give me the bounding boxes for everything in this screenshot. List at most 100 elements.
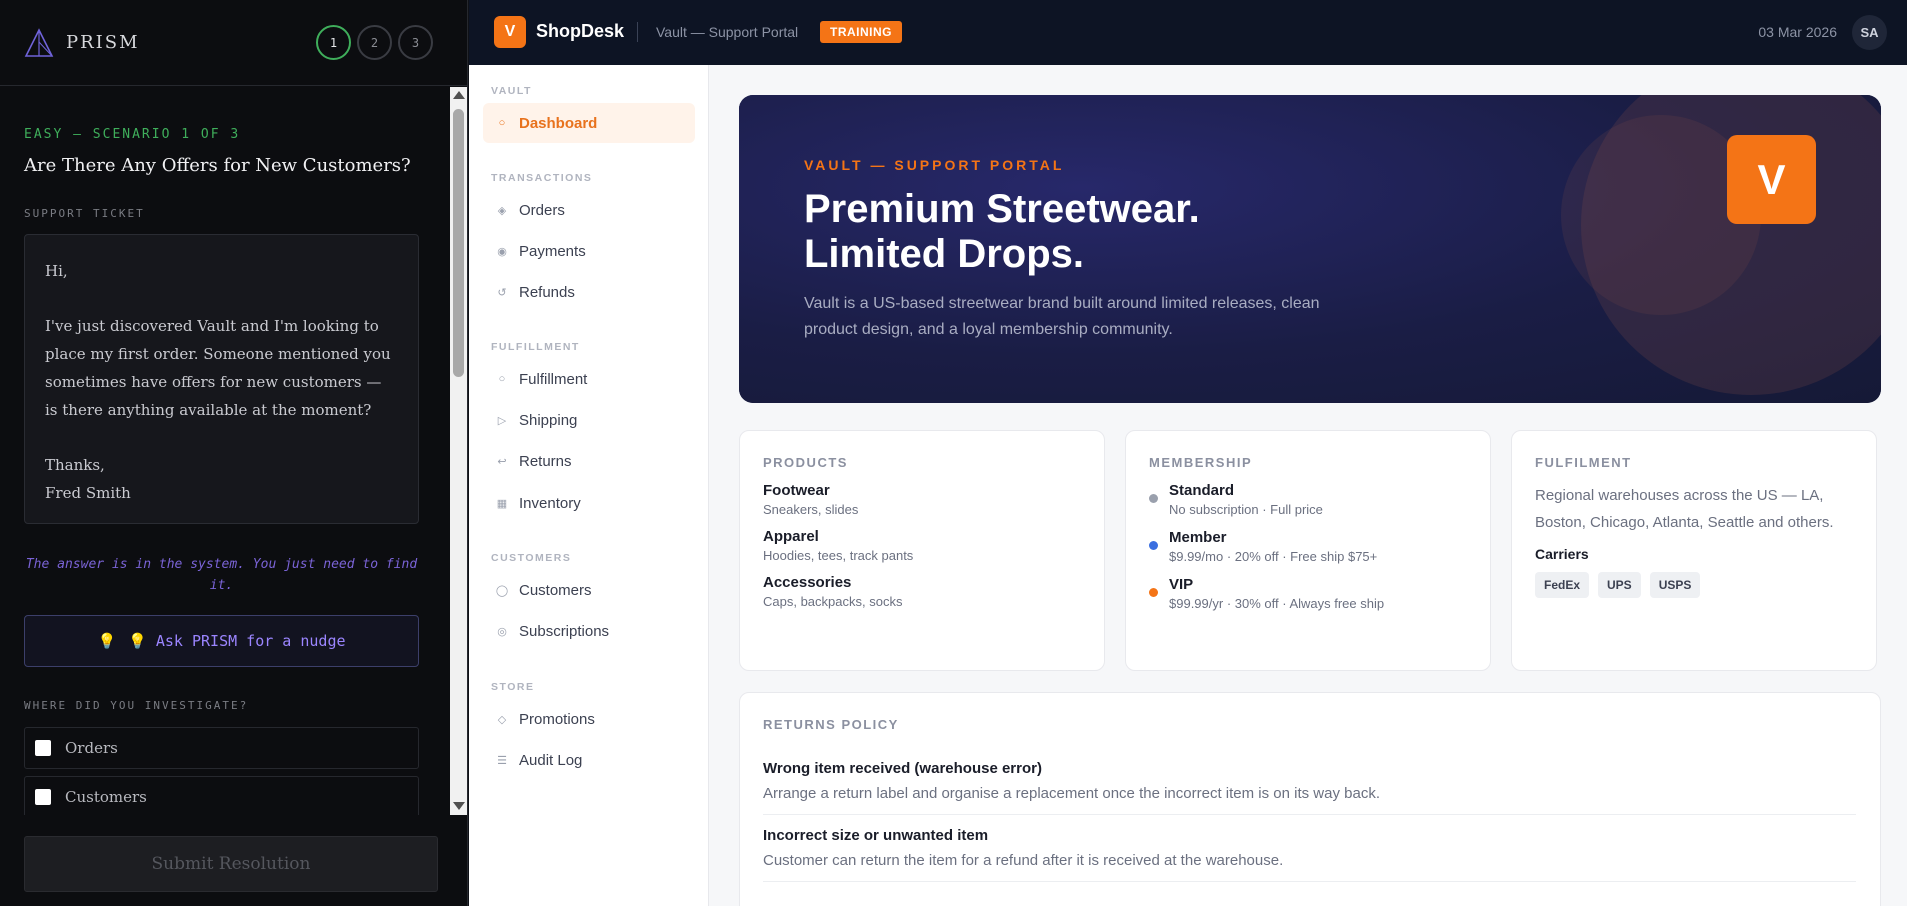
- membership-tier: Standard No subscription · Full price: [1149, 482, 1467, 517]
- card-title: PRODUCTS: [763, 455, 848, 470]
- brand-name: ShopDesk: [536, 21, 625, 41]
- step-1[interactable]: 1: [316, 25, 351, 60]
- prism-header: PRISM 1 2 3: [0, 0, 467, 86]
- hero-title-line: Premium Streetwear.: [804, 187, 1200, 231]
- submit-resolution-button[interactable]: Submit Resolution: [24, 836, 438, 892]
- tier-dot-icon: [1149, 541, 1158, 550]
- return-icon: ↩: [497, 455, 507, 468]
- tier-dot-icon: [1149, 588, 1158, 597]
- fulfilment-card: FULFILMENT Regional warehouses across th…: [1511, 430, 1877, 671]
- sidebar-item-label: Refunds: [519, 283, 575, 301]
- hero-logo: V: [1727, 135, 1816, 224]
- returns-item-desc: Customer can return the item for a refun…: [763, 852, 1284, 869]
- sidebar-item-returns[interactable]: ↩ Returns: [483, 441, 695, 481]
- step-3[interactable]: 3: [398, 25, 433, 60]
- check-label: Customers: [65, 788, 147, 806]
- hint-text: The answer is in the system. You just ne…: [25, 557, 418, 593]
- step-2[interactable]: 2: [357, 25, 392, 60]
- returns-item-title: Incorrect size or unwanted item: [763, 827, 989, 844]
- support-ticket: Hi, I've just discovered Vault and I'm l…: [24, 234, 419, 524]
- sidebar: VAULT ○ Dashboard TRANSACTIONS ◈ Orders ◉ Payme…: [469, 65, 709, 906]
- sidebar-item-label: Orders: [519, 201, 565, 219]
- ticket-signoff: Thanks,: [45, 456, 105, 474]
- product-item: Apparel Hoodies, tees, track pants: [763, 528, 1081, 563]
- sidebar-item-promotions[interactable]: ◇ Promotions: [483, 699, 695, 739]
- tier-sub: No subscription · Full price: [1169, 502, 1323, 517]
- circle-icon: ○: [498, 117, 506, 129]
- scroll-thumb[interactable]: [453, 109, 464, 377]
- ticket-body: I've just discovered Vault and I'm looki…: [45, 317, 391, 419]
- brand-logo: V: [494, 16, 526, 48]
- scenario-title: Are There Any Offers for New Customers?: [24, 155, 411, 176]
- ask-nudge-button[interactable]: 💡 💡 Ask PRISM for a nudge: [24, 615, 419, 667]
- returns-item-title: Wrong item received (warehouse error): [763, 760, 1042, 777]
- diamond-icon: ◈: [497, 204, 507, 217]
- ticket-name: Fred Smith: [45, 484, 131, 502]
- portal-label: Vault — Support Portal: [656, 24, 799, 40]
- scroll-down-icon[interactable]: [453, 802, 465, 810]
- shopdesk-app: V ShopDesk Vault — Support Portal TRAINI…: [469, 0, 1907, 906]
- sidebar-item-refunds[interactable]: ↺ Refunds: [483, 272, 695, 312]
- card-title: RETURNS POLICY: [763, 717, 899, 732]
- nudge-label: 💡 Ask PRISM for a nudge: [128, 632, 346, 650]
- membership-card: MEMBERSHIP Standard No subscription · Fu…: [1125, 430, 1491, 671]
- avatar[interactable]: SA: [1852, 15, 1887, 50]
- prism-scroll-area[interactable]: EASY — SCENARIO 1 OF 3 Are There Any Off…: [0, 87, 450, 815]
- divider: [637, 22, 638, 42]
- product-sub: Hoodies, tees, track pants: [763, 548, 914, 563]
- hero-title-line: Limited Drops.: [804, 232, 1085, 276]
- sidebar-item-label: Audit Log: [519, 751, 583, 769]
- returns-item-desc: Arrange a return label and organise a re…: [763, 785, 1380, 802]
- scenario-tag: EASY — SCENARIO 1 OF 3: [24, 127, 241, 142]
- nav-section-label: TRANSACTIONS: [491, 172, 593, 184]
- product-item: Accessories Caps, backpacks, socks: [763, 574, 1081, 609]
- sidebar-item-label: Promotions: [519, 710, 595, 728]
- sidebar-item-dashboard[interactable]: ○ Dashboard: [483, 103, 695, 143]
- hero-banner: VAULT — SUPPORT PORTAL Premium Streetwea…: [739, 95, 1881, 403]
- carrier-chip: FedEx: [1535, 572, 1590, 598]
- sidebar-item-customers[interactable]: ◯ Customers: [483, 570, 695, 610]
- checkbox[interactable]: [35, 740, 51, 756]
- user-circle-icon: ◯: [495, 584, 509, 597]
- tier-name: Standard: [1169, 482, 1235, 499]
- returns-policy-card: RETURNS POLICY Wrong item received (ware…: [739, 692, 1881, 906]
- diamond-outline-icon: ◇: [497, 713, 507, 726]
- grid-icon: ▦: [496, 497, 508, 510]
- product-sub: Caps, backpacks, socks: [763, 594, 903, 609]
- sidebar-item-orders[interactable]: ◈ Orders: [483, 190, 695, 230]
- date-display: 03 Mar 2026: [1758, 24, 1837, 40]
- target-icon: ◎: [497, 625, 507, 638]
- checkbox[interactable]: [35, 789, 51, 805]
- sidebar-item-subscriptions[interactable]: ◎ Subscriptions: [483, 611, 695, 651]
- refresh-icon: ↺: [497, 286, 507, 299]
- product-item: Footwear Sneakers, slides: [763, 482, 1081, 517]
- radio-icon: ◉: [497, 245, 507, 258]
- nav-section-label: CUSTOMERS: [491, 552, 572, 564]
- fulfilment-text: Regional warehouses across the US — LA, …: [1535, 487, 1834, 531]
- scrollbar[interactable]: [450, 87, 467, 815]
- returns-item: Incorrect size or unwanted item Customer…: [763, 815, 1856, 882]
- returns-item: Wrong item received (warehouse error) Ar…: [763, 748, 1856, 815]
- tier-name: Member: [1169, 529, 1227, 546]
- scroll-up-icon[interactable]: [453, 91, 465, 99]
- sidebar-item-audit-log[interactable]: ☰ Audit Log: [483, 740, 695, 780]
- card-title: FULFILMENT: [1535, 455, 1632, 470]
- sidebar-item-shipping[interactable]: ▷ Shipping: [483, 400, 695, 440]
- play-icon: ▷: [497, 414, 507, 427]
- check-customers[interactable]: Customers: [24, 776, 419, 815]
- product-name: Accessories: [763, 574, 852, 591]
- ticket-greeting: Hi,: [45, 262, 68, 280]
- nav-section-label: STORE: [491, 681, 535, 693]
- hero-eyebrow: VAULT — SUPPORT PORTAL: [804, 157, 1065, 173]
- carrier-chip: USPS: [1649, 572, 1701, 598]
- hero-description: Vault is a US-based streetwear brand bui…: [804, 295, 1320, 338]
- tier-sub: $9.99/mo · 20% off · Free ship $75+: [1169, 549, 1378, 564]
- tier-dot-icon: [1149, 494, 1158, 503]
- check-label: Orders: [65, 739, 118, 757]
- sidebar-item-payments[interactable]: ◉ Payments: [483, 231, 695, 271]
- topbar: V ShopDesk Vault — Support Portal TRAINI…: [469, 0, 1907, 65]
- sidebar-item-inventory[interactable]: ▦ Inventory: [483, 483, 695, 523]
- sidebar-item-fulfillment[interactable]: ○ Fulfillment: [483, 359, 695, 399]
- check-orders[interactable]: Orders: [24, 727, 419, 769]
- prism-title: PRISM: [66, 32, 140, 53]
